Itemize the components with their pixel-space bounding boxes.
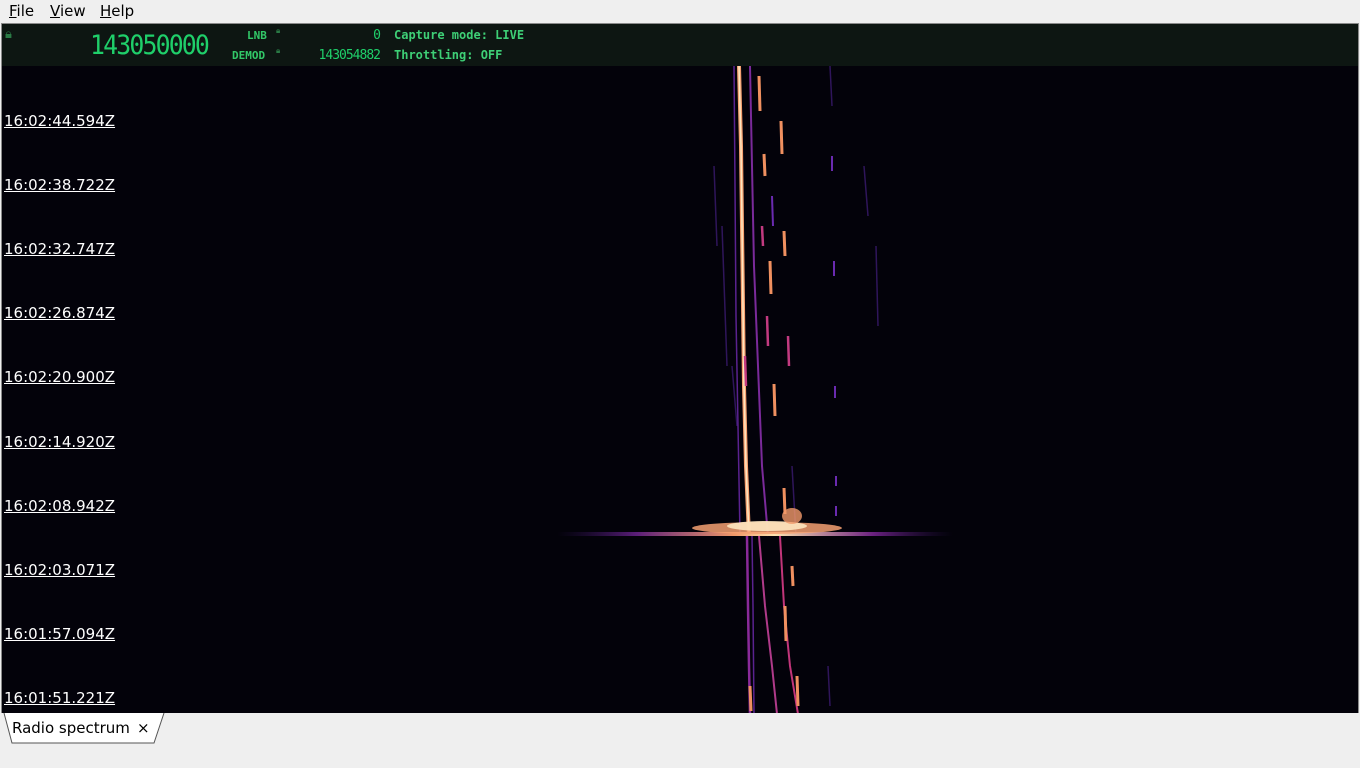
tab-bar: Radio spectrum × [0, 713, 1360, 768]
demod-value[interactable]: 143054882 [292, 48, 381, 63]
tab-radio-spectrum[interactable]: Radio spectrum × [2, 713, 165, 744]
waterfall-display[interactable]: 16:02:44.594Z 16:02:38.722Z 16:02:32.747… [2, 66, 1358, 714]
frequency-bar: 🔒︎ 143050000 LNB 🔒︎ 0 DEMOD 🔒︎ 143054882… [2, 24, 1358, 66]
menu-bar: File View Help [0, 0, 1360, 22]
menu-view[interactable]: View [50, 2, 86, 20]
throttling-status: Throttling: OFF [394, 48, 503, 62]
lock-icon[interactable]: 🔒︎ [5, 27, 12, 42]
demod-lock-icon[interactable]: 🔒︎ [276, 46, 280, 56]
timestamp-label: 16:02:38.722Z [4, 176, 116, 194]
capture-mode: Capture mode: LIVE [394, 28, 525, 42]
demod-label: DEMOD [232, 49, 266, 62]
timestamp-label: 16:02:26.874Z [4, 304, 116, 322]
menu-file[interactable]: File [9, 2, 34, 20]
lnb-label: LNB [247, 29, 267, 42]
timestamp-label: 16:01:51.221Z [4, 689, 116, 707]
lnb-lock-icon[interactable]: 🔒︎ [276, 26, 280, 36]
timestamp-label: 16:02:20.900Z [4, 368, 116, 386]
timestamp-label: 16:02:32.747Z [4, 240, 116, 258]
center-frequency[interactable]: 143050000 [90, 30, 210, 61]
waterfall-plot [557, 66, 953, 714]
spectrum-panel: 🔒︎ 143050000 LNB 🔒︎ 0 DEMOD 🔒︎ 143054882… [1, 23, 1359, 715]
lnb-value[interactable]: 0 [302, 28, 381, 43]
timestamp-label: 16:02:14.920Z [4, 433, 116, 451]
timestamp-label: 16:02:03.071Z [4, 561, 116, 579]
menu-help[interactable]: Help [100, 2, 134, 20]
close-icon[interactable]: × [137, 719, 150, 737]
timestamp-label: 16:02:44.594Z [4, 112, 116, 130]
timestamp-label: 16:02:08.942Z [4, 497, 116, 515]
timestamp-label: 16:01:57.094Z [4, 625, 116, 643]
tab-label: Radio spectrum [12, 719, 130, 737]
